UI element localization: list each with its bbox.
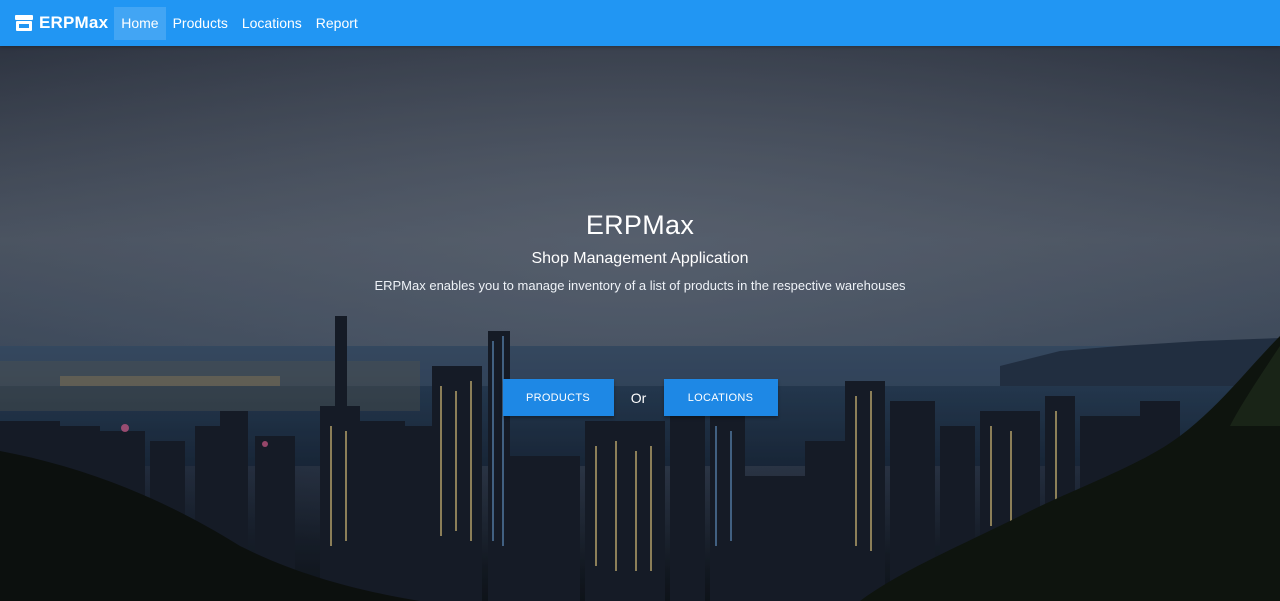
nav-link-products[interactable]: Products [166,7,235,40]
or-separator: Or [630,389,647,406]
hero-description: ERPMax enables you to manage inventory o… [374,278,906,293]
products-button[interactable]: PRODUCTS [502,379,614,416]
nav-link-home[interactable]: Home [114,6,166,40]
nav-link-locations[interactable]: Locations [235,7,309,40]
top-navbar: ERPMax Home Products Locations Report [0,0,1280,46]
brand-link[interactable]: ERPMax [14,13,108,33]
nav-link-report[interactable]: Report [309,7,365,40]
cta-row: PRODUCTS Or LOCATIONS [0,379,1280,416]
hero-content: ERPMax Shop Management Application ERPMa… [0,46,1280,601]
hero-subtitle: Shop Management Application [531,250,749,267]
brand-name: ERPMax [39,13,109,32]
locations-button[interactable]: LOCATIONS [663,379,778,416]
hero-section: ERPMax Shop Management Application ERPMa… [0,46,1280,601]
hero-title: ERPMax [585,210,695,240]
store-icon [15,15,33,31]
nav-links: Home Products Locations Report [114,0,365,46]
